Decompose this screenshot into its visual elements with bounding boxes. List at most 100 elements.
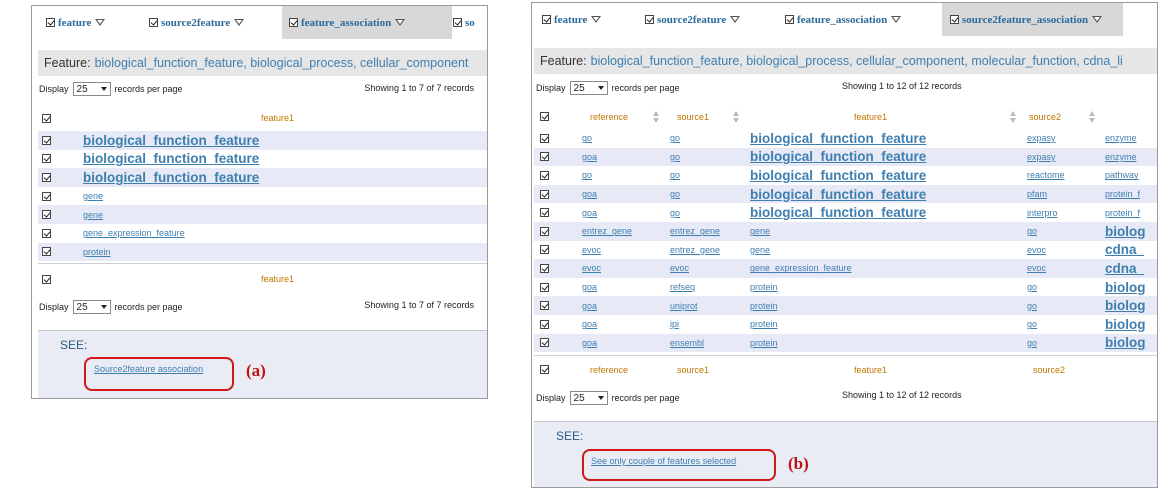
checkbox-icon[interactable]: [46, 18, 55, 27]
source1-link[interactable]: go: [670, 208, 680, 218]
source1-link[interactable]: evoc: [670, 263, 689, 273]
select-all-checkbox[interactable]: [42, 275, 51, 284]
column-header-feature1[interactable]: feature1: [261, 113, 294, 123]
tab-feature[interactable]: feature: [542, 3, 632, 36]
feature2-link[interactable]: cdna_: [1105, 261, 1144, 276]
dropdown-triangle-icon[interactable]: [730, 16, 741, 23]
feature1-link[interactable]: protein: [750, 319, 778, 329]
feature1-link[interactable]: protein: [750, 338, 778, 348]
source2-link[interactable]: pfam: [1027, 189, 1047, 199]
feature2-link[interactable]: biolog: [1105, 298, 1146, 313]
row-checkbox[interactable]: [42, 228, 51, 238]
select-all-checkbox[interactable]: [540, 112, 549, 121]
feature2-link[interactable]: biolog: [1105, 280, 1146, 295]
reference-link[interactable]: goa: [582, 282, 597, 292]
checkbox-icon[interactable]: [785, 15, 794, 24]
row-checkbox[interactable]: [540, 245, 549, 255]
column-header-feature1[interactable]: feature1: [854, 112, 887, 122]
dropdown-triangle-icon[interactable]: [891, 16, 902, 23]
feature2-link[interactable]: biolog: [1105, 317, 1146, 332]
source1-link[interactable]: go: [670, 152, 680, 162]
checkbox-icon[interactable]: [453, 18, 462, 27]
tab-source2feature-association[interactable]: source2feature_association: [942, 3, 1123, 36]
dropdown-triangle-icon[interactable]: [234, 19, 245, 26]
row-checkbox[interactable]: [540, 282, 549, 292]
checkbox-icon[interactable]: [149, 18, 158, 27]
row-checkbox[interactable]: [42, 210, 51, 220]
row-checkbox[interactable]: [540, 170, 549, 180]
source2-link[interactable]: go: [1027, 282, 1037, 292]
feature2-link[interactable]: biolog: [1105, 335, 1146, 350]
feature1-link[interactable]: gene: [750, 245, 770, 255]
row-checkbox[interactable]: [540, 133, 549, 143]
source2-link[interactable]: expasy: [1027, 133, 1056, 143]
tab-source2feature[interactable]: source2feature: [645, 3, 780, 36]
reference-link[interactable]: entrez_gene: [582, 226, 632, 236]
source1-link[interactable]: go: [670, 133, 680, 143]
feature1-link[interactable]: protein: [750, 301, 778, 311]
feature1-link[interactable]: biological_function_feature: [750, 205, 926, 220]
feature1-link[interactable]: gene: [83, 191, 103, 201]
dropdown-triangle-icon[interactable]: [395, 19, 406, 26]
dropdown-triangle-icon[interactable]: [1092, 16, 1103, 23]
reference-link[interactable]: goa: [582, 301, 597, 311]
source1-link[interactable]: refseq: [670, 282, 695, 292]
source1-link[interactable]: ensembl: [670, 338, 704, 348]
feature1-link[interactable]: protein: [750, 282, 778, 292]
feature1-link[interactable]: biological_function_feature: [750, 187, 926, 202]
feature2-link[interactable]: biolog: [1105, 224, 1146, 239]
source2-link[interactable]: go: [1027, 226, 1037, 236]
reference-link[interactable]: goa: [582, 338, 597, 348]
tab-source2feature[interactable]: source2feature: [149, 6, 279, 39]
source2-link[interactable]: expasy: [1027, 152, 1056, 162]
row-checkbox[interactable]: [540, 319, 549, 329]
source2-link[interactable]: go: [1027, 338, 1037, 348]
row-checkbox[interactable]: [540, 338, 549, 348]
source1-link[interactable]: entrez_gene: [670, 226, 720, 236]
feature1-link[interactable]: gene_expression_feature: [83, 228, 185, 238]
source1-link[interactable]: entrez_gene: [670, 245, 720, 255]
sort-icon[interactable]: [653, 111, 659, 125]
page-size-select[interactable]: 25: [72, 82, 111, 96]
reference-link[interactable]: go: [582, 170, 592, 180]
row-checkbox[interactable]: [540, 226, 549, 236]
column-header-reference[interactable]: reference: [590, 112, 628, 122]
feature1-link[interactable]: biological_function_feature: [83, 133, 259, 148]
source2-link[interactable]: go: [1027, 319, 1037, 329]
row-checkbox[interactable]: [42, 154, 51, 164]
feature1-link[interactable]: gene_expression_feature: [750, 263, 852, 273]
tab-feature-association[interactable]: feature_association: [785, 3, 935, 36]
checkbox-icon[interactable]: [645, 15, 654, 24]
feature2-link[interactable]: cdna_: [1105, 242, 1144, 257]
source1-link[interactable]: uniprot: [670, 301, 698, 311]
source2-link[interactable]: reactome: [1027, 170, 1065, 180]
dropdown-triangle-icon[interactable]: [95, 19, 106, 26]
feature1-link[interactable]: biological_function_feature: [83, 170, 259, 185]
checkbox-icon[interactable]: [542, 15, 551, 24]
feature1-link[interactable]: gene: [83, 210, 103, 220]
column-header-source2[interactable]: source2: [1029, 112, 1061, 122]
feature2-link[interactable]: protein_f: [1105, 189, 1140, 199]
row-checkbox[interactable]: [42, 191, 51, 201]
feature1-link[interactable]: biological_function_feature: [83, 151, 259, 166]
feature2-link[interactable]: pathway: [1105, 170, 1139, 180]
page-size-select[interactable]: 25: [569, 81, 608, 95]
row-checkbox[interactable]: [540, 189, 549, 199]
row-checkbox[interactable]: [540, 263, 549, 273]
feature1-link[interactable]: protein: [83, 247, 111, 257]
sort-icon[interactable]: [733, 111, 739, 125]
source2-link[interactable]: evoc: [1027, 245, 1046, 255]
source1-link[interactable]: go: [670, 170, 680, 180]
source2-link[interactable]: go: [1027, 301, 1037, 311]
select-all-checkbox[interactable]: [42, 114, 51, 123]
row-checkbox[interactable]: [540, 301, 549, 311]
select-all-checkbox[interactable]: [540, 365, 549, 374]
tab-feature-association[interactable]: feature_association: [282, 6, 452, 39]
feature2-link[interactable]: enzyme: [1105, 152, 1137, 162]
row-checkbox[interactable]: [42, 135, 51, 145]
reference-link[interactable]: evoc: [582, 263, 601, 273]
reference-link[interactable]: go: [582, 133, 592, 143]
column-header-source1[interactable]: source1: [677, 112, 709, 122]
sort-icon[interactable]: [1089, 111, 1095, 125]
feature2-link[interactable]: protein_f: [1105, 208, 1140, 218]
